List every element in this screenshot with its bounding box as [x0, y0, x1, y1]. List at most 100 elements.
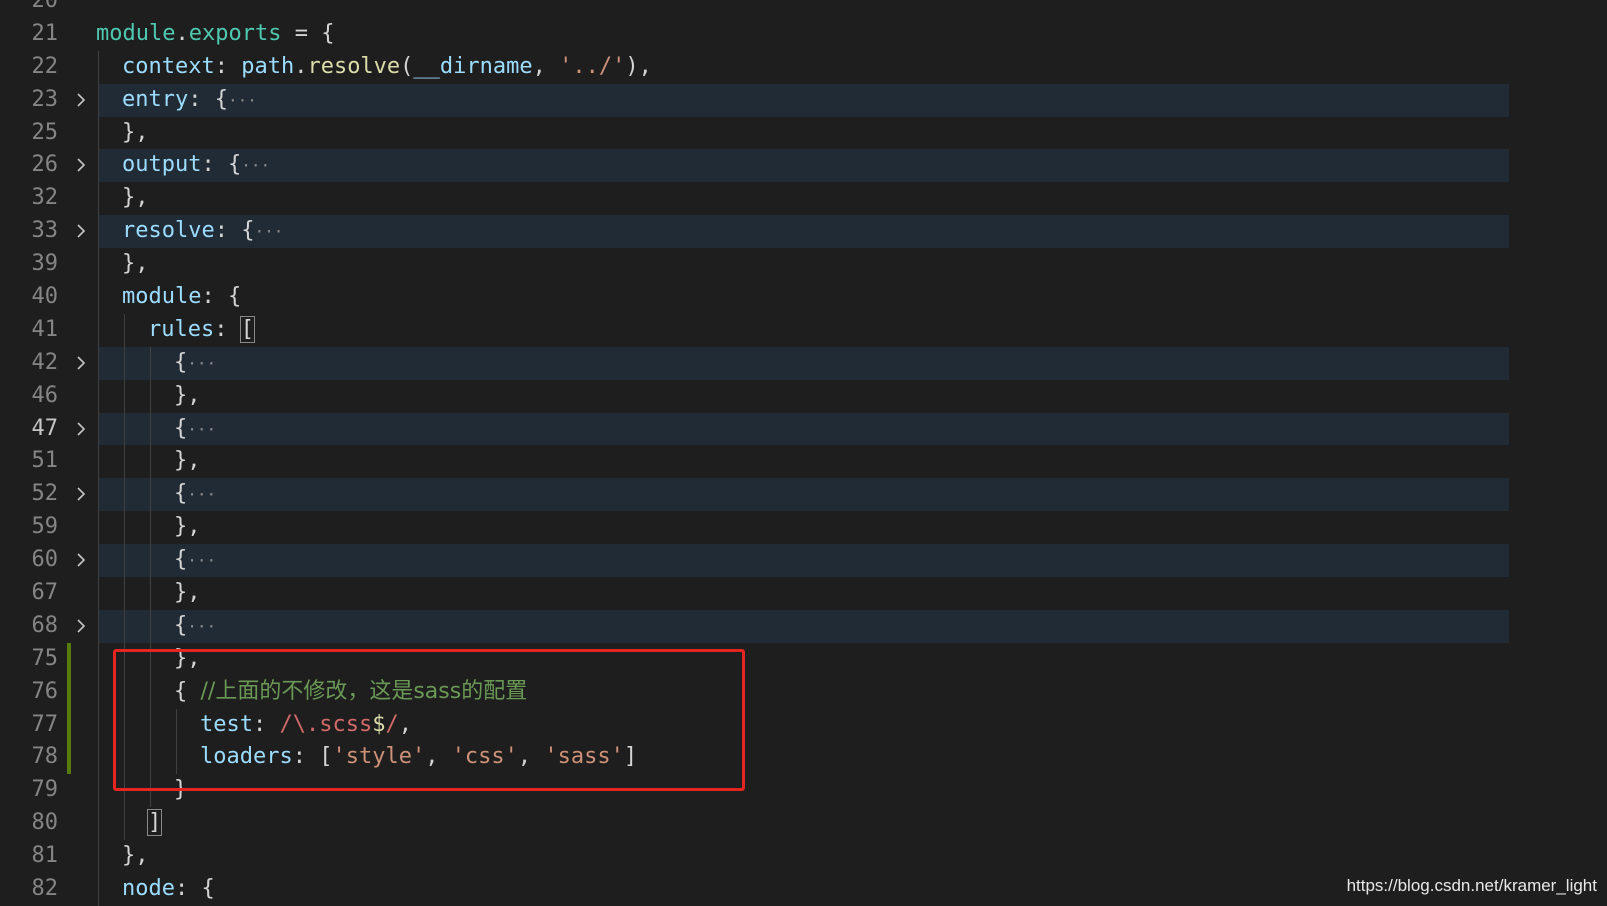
indent-guide: [98, 313, 99, 347]
code-text: module.exports = {: [96, 18, 334, 51]
watermark: https://blog.csdn.net/kramer_light: [1346, 876, 1597, 895]
code-line[interactable]: 23 entry: {···: [0, 83, 1607, 118]
fold-ellipsis[interactable]: ···: [187, 354, 216, 373]
line-number: 67: [31, 580, 59, 606]
code-text: node: {: [122, 873, 215, 906]
fold-ellipsis[interactable]: ···: [228, 91, 257, 110]
code-line[interactable]: 39},: [0, 248, 1607, 282]
chevron-right-icon[interactable]: [74, 347, 88, 380]
code-line[interactable]: 26 output: {···: [0, 149, 1607, 183]
indent-guide: [150, 379, 151, 413]
line-number: 76: [31, 678, 59, 704]
fold-ellipsis[interactable]: ···: [187, 617, 216, 636]
indent-guide: [98, 774, 99, 808]
chevron-right-icon[interactable]: [74, 413, 88, 446]
code-token: {: [174, 547, 188, 573]
code-token: context: [122, 53, 215, 79]
code-token: },: [122, 843, 149, 869]
indent-guide: [150, 478, 151, 512]
code-line[interactable]: 67},: [0, 577, 1607, 610]
code-token: :: [214, 316, 241, 342]
chevron-right-icon[interactable]: [74, 149, 88, 182]
indent-guide: [98, 412, 99, 446]
code-line[interactable]: 68 {···: [0, 609, 1607, 643]
indent-guide: [98, 215, 99, 249]
code-text: output: {···: [122, 149, 270, 183]
code-line[interactable]: 33 resolve: {···: [0, 215, 1607, 249]
modified-line-marker: [67, 642, 71, 676]
fold-ellipsis[interactable]: ···: [187, 420, 216, 439]
indent-guide: [124, 511, 125, 545]
code-token: path: [241, 53, 295, 79]
indent-guide: [124, 609, 125, 643]
code-token: : {: [174, 876, 215, 902]
code-token: (: [400, 53, 414, 79]
folded-region-highlight: [98, 609, 1509, 643]
code-text: },: [174, 380, 201, 413]
line-number: 80: [31, 810, 59, 836]
code-line[interactable]: 59},: [0, 511, 1607, 545]
code-line[interactable]: 25},: [0, 116, 1607, 150]
chevron-right-icon[interactable]: [74, 544, 88, 577]
code-text: rules: [: [148, 314, 256, 347]
code-token: __dirname: [413, 53, 533, 79]
chevron-right-icon[interactable]: [74, 215, 88, 248]
code-text: ]: [146, 807, 163, 840]
code-token: output: [122, 152, 202, 178]
code-line[interactable]: 80]: [0, 807, 1607, 841]
line-number: 26: [31, 152, 59, 178]
fold-ellipsis[interactable]: ···: [187, 551, 216, 570]
indent-guide: [98, 873, 99, 906]
folded-region-highlight: [98, 412, 1509, 446]
folded-region-highlight: [98, 478, 1509, 512]
modified-line-marker: [67, 708, 71, 742]
indent-guide: [98, 445, 99, 479]
fold-ellipsis[interactable]: ···: [254, 222, 283, 241]
line-number: 25: [31, 119, 59, 145]
indent-guide: [98, 840, 99, 874]
code-token: node: [122, 876, 175, 902]
code-token: {: [174, 612, 188, 638]
code-token: },: [122, 185, 149, 211]
indent-guide: [98, 379, 99, 413]
chevron-right-icon[interactable]: [74, 84, 88, 117]
line-number: 77: [31, 711, 59, 737]
code-line[interactable]: 21 module.exports = {: [0, 18, 1607, 51]
code-token: : {: [188, 86, 228, 112]
code-text: {···: [174, 478, 216, 512]
code-line[interactable]: 51},: [0, 445, 1607, 479]
indent-guide: [98, 478, 99, 512]
code-line[interactable]: 41 rules: [: [0, 313, 1607, 347]
indent-guide: [124, 412, 125, 446]
code-text: {···: [174, 544, 216, 578]
line-number: 22: [31, 53, 59, 79]
code-line[interactable]: 22 context: path.resolve(__dirname, '../'…: [0, 50, 1607, 84]
code-line[interactable]: 20: [0, 0, 1607, 18]
code-line[interactable]: 42 {···: [0, 346, 1607, 380]
indent-guide: [98, 807, 99, 841]
code-token: {: [174, 481, 188, 507]
code-line[interactable]: 60 {···: [0, 544, 1607, 578]
indent-guide: [124, 544, 125, 578]
code-line[interactable]: 81},: [0, 840, 1607, 874]
fold-ellipsis[interactable]: ···: [241, 156, 270, 175]
indent-guide: [98, 182, 99, 216]
code-token: :: [214, 53, 242, 79]
code-token: module: [96, 20, 176, 46]
chevron-right-icon[interactable]: [74, 610, 88, 643]
indent-guide: [98, 511, 99, 545]
code-line[interactable]: 40 module: {: [0, 281, 1607, 314]
code-line[interactable]: 32},: [0, 182, 1607, 216]
code-line[interactable]: 46},: [0, 379, 1607, 413]
fold-ellipsis[interactable]: ···: [187, 485, 216, 504]
indent-guide: [124, 577, 125, 610]
code-line[interactable]: 47 {···: [0, 412, 1607, 446]
code-line[interactable]: 52 {···: [0, 478, 1607, 512]
code-text: entry: {···: [122, 84, 257, 118]
code-text: },: [122, 248, 149, 281]
indent-guide: [98, 50, 99, 84]
chevron-right-icon[interactable]: [74, 478, 88, 511]
indent-guide: [98, 248, 99, 282]
code-token: = {: [281, 20, 335, 46]
folded-region-highlight: [98, 544, 1509, 578]
